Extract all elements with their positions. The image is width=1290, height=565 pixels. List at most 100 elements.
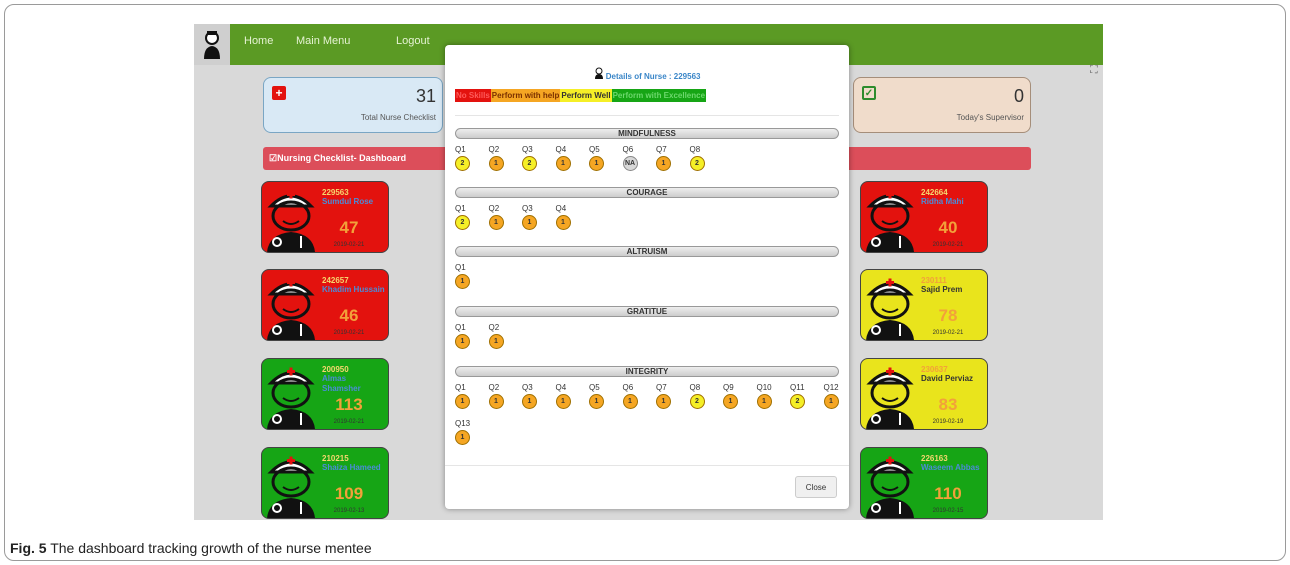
- nurse-details-modal: Details of Nurse : 229563 No Skills Perfo…: [445, 45, 849, 509]
- question-label: Q6: [622, 145, 634, 154]
- modal-title-text: Details of Nurse : 229563: [605, 72, 701, 81]
- nurse-name: Shaiza Hameed: [322, 463, 381, 472]
- question-label: Q3: [522, 383, 533, 392]
- question-item: Q4 1: [555, 383, 576, 409]
- question-label: Q8: [689, 383, 701, 392]
- question-item: Q5 1: [589, 145, 609, 171]
- question-item: Q1 2: [455, 145, 475, 171]
- section-header: ALTRUISM: [455, 246, 839, 257]
- nurse-id: 229563: [322, 188, 349, 197]
- checkbox-icon: ☑: [269, 153, 278, 163]
- nurse-card[interactable]: 230111 Sajid Prem 78 2019-02-21: [860, 269, 988, 341]
- question-score-badge[interactable]: 2: [455, 156, 470, 171]
- dashboard-title: Nursing Checklist- Dashboard: [277, 153, 407, 163]
- question-item: Q3 1: [522, 204, 542, 230]
- legend-item: No Skills: [455, 89, 491, 102]
- question-item: Q3 2: [522, 145, 542, 171]
- question-label: Q3: [522, 145, 533, 154]
- nurse-avatar-icon: [263, 450, 319, 518]
- nurse-date: 2019-02-13: [333, 508, 365, 514]
- question-label: Q5: [589, 145, 600, 154]
- todays-supervisor-card[interactable]: ✓ 0 Today's Supervisor: [853, 77, 1031, 133]
- question-score-badge[interactable]: 1: [455, 394, 470, 409]
- question-score-badge[interactable]: 1: [488, 334, 504, 349]
- question-score-badge[interactable]: 1: [589, 394, 604, 409]
- nurse-score: 40: [938, 218, 958, 237]
- question-label: Q1: [455, 383, 466, 392]
- figure-caption: Fig. 5 The dashboard tracking growth of …: [10, 540, 372, 556]
- nurse-avatar-icon: [263, 272, 319, 340]
- question-score-badge[interactable]: 2: [522, 156, 537, 171]
- nav-logout-link[interactable]: Logout: [396, 35, 430, 47]
- question-label: Q8: [689, 145, 701, 154]
- total-checklist-label: Total Nurse Checklist: [360, 113, 436, 122]
- fullscreen-icon[interactable]: ⛶: [1090, 64, 1098, 77]
- nurse-card[interactable]: 210215 Shaiza Hameed 109 2019-02-13: [261, 447, 389, 519]
- section-header: COURAGE: [455, 187, 839, 198]
- question-score-badge[interactable]: 1: [589, 156, 604, 171]
- question-score-badge[interactable]: 1: [455, 274, 470, 289]
- question-label: Q1: [455, 263, 466, 272]
- question-item: Q1 1: [455, 323, 475, 349]
- nurse-avatar-icon: [263, 184, 319, 252]
- question-score-badge[interactable]: 1: [723, 394, 738, 409]
- question-label: Q3: [522, 204, 533, 213]
- nurse-name: Waseem Abbas: [921, 463, 980, 472]
- question-label: Q2: [488, 204, 500, 213]
- question-score-badge[interactable]: 1: [488, 394, 504, 409]
- question-score-badge[interactable]: 1: [555, 394, 571, 409]
- question-score-badge[interactable]: 1: [656, 156, 671, 171]
- check-icon: ✓: [862, 86, 876, 100]
- question-score-badge[interactable]: 2: [455, 215, 470, 230]
- question-score-badge[interactable]: 2: [689, 156, 705, 171]
- nav-main-menu-link[interactable]: Main Menu: [296, 35, 350, 47]
- nurse-card[interactable]: 230637 David Perviaz 83 2019-02-19: [860, 358, 988, 430]
- question-score-badge[interactable]: 1: [622, 394, 638, 409]
- question-score-badge[interactable]: 1: [823, 394, 839, 409]
- nurse-name: Almas Shamsher: [322, 374, 361, 393]
- nurse-score: 109: [334, 484, 364, 503]
- question-score-badge[interactable]: 1: [756, 394, 772, 409]
- modal-title: Details of Nurse : 229563: [445, 67, 849, 81]
- question-score-badge[interactable]: NA: [622, 156, 638, 171]
- question-item: Q5 1: [589, 383, 609, 409]
- caption-label: Fig. 5: [10, 540, 47, 556]
- nurse-card[interactable]: 226163 Waseem Abbas 110 2019-02-15: [860, 447, 988, 519]
- nurse-id: 210215: [322, 454, 349, 463]
- question-label: Q1: [455, 145, 466, 154]
- question-score-badge[interactable]: 1: [455, 334, 470, 349]
- question-label: Q13: [455, 419, 471, 428]
- question-item: Q3 1: [522, 383, 542, 409]
- question-label: Q2: [488, 383, 500, 392]
- nurse-avatar-icon: [862, 361, 918, 429]
- question-item: Q2 1: [488, 383, 509, 409]
- question-label: Q10: [756, 383, 772, 392]
- question-score-badge[interactable]: 2: [689, 394, 705, 409]
- nurse-card[interactable]: 242664 Ridha Mahi 40 2019-02-21: [860, 181, 988, 253]
- question-label: Q7: [656, 383, 667, 392]
- nav-home-link[interactable]: Home: [244, 35, 273, 47]
- question-score-badge[interactable]: 1: [522, 215, 537, 230]
- question-score-badge[interactable]: 1: [488, 215, 504, 230]
- question-item: Q1 2: [455, 204, 475, 230]
- nurse-name: Ridha Mahi: [921, 197, 964, 206]
- question-item: Q1 1: [455, 383, 475, 409]
- total-checklist-card[interactable]: + 31 Total Nurse Checklist: [263, 77, 443, 133]
- question-score-badge[interactable]: 1: [522, 394, 537, 409]
- caption-text: The dashboard tracking growth of the nur…: [50, 540, 372, 556]
- question-score-badge[interactable]: 1: [455, 430, 470, 445]
- nurse-card[interactable]: 229563 Sumdul Rose 47 2019-02-21: [261, 181, 389, 253]
- question-score-badge[interactable]: 1: [656, 394, 671, 409]
- close-button[interactable]: Close: [795, 476, 837, 498]
- question-item: Q11 2: [790, 383, 810, 409]
- question-score-badge[interactable]: 1: [488, 156, 504, 171]
- question-score-badge[interactable]: 1: [555, 156, 571, 171]
- nurse-card[interactable]: 200950 Almas Shamsher 113 2019-02-21: [261, 358, 389, 430]
- nurse-score: 110: [934, 484, 962, 503]
- legend-item: Perform with help: [490, 89, 561, 102]
- nurse-logo-icon[interactable]: [194, 24, 230, 65]
- question-score-badge[interactable]: 2: [790, 394, 805, 409]
- question-score-badge[interactable]: 1: [555, 215, 571, 230]
- nurse-avatar-icon: [862, 184, 918, 252]
- nurse-card[interactable]: 242657 Khadim Hussain 46 2019-02-21: [261, 269, 389, 341]
